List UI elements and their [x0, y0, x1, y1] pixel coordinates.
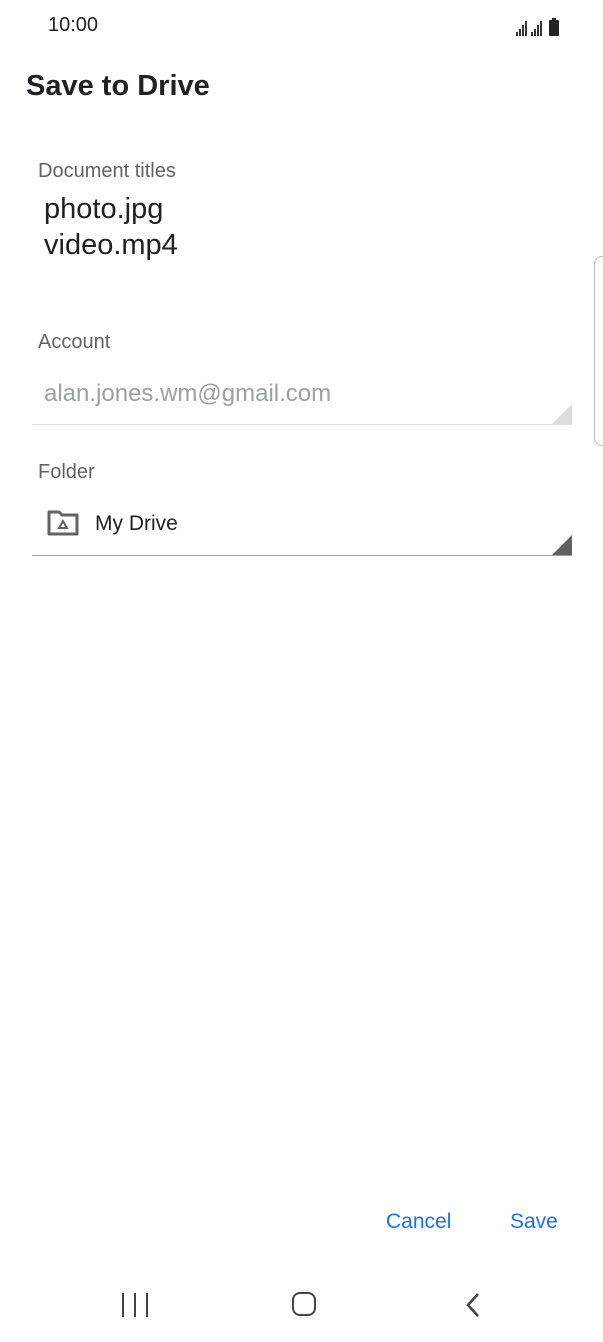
signal-icon: [531, 20, 542, 36]
drive-folder-icon: [47, 510, 79, 536]
folder-label: Folder: [38, 461, 95, 483]
signal-icon: [516, 20, 527, 36]
document-title-item[interactable]: video.mp4: [44, 229, 178, 262]
folder-dropdown-value[interactable]: My Drive: [95, 512, 178, 536]
back-icon[interactable]: [462, 1290, 484, 1320]
document-titles-label: Document titles: [38, 160, 176, 182]
recent-apps-icon[interactable]: [122, 1293, 148, 1317]
save-button[interactable]: Save: [510, 1210, 558, 1234]
edge-panel-handle[interactable]: [594, 256, 603, 446]
cancel-button[interactable]: Cancel: [386, 1210, 451, 1234]
account-label: Account: [38, 331, 111, 353]
home-icon[interactable]: [292, 1292, 316, 1316]
status-icons: [516, 16, 559, 36]
account-dropdown-value[interactable]: alan.jones.wm@gmail.com: [44, 380, 331, 408]
dropdown-triangle-icon[interactable]: [552, 404, 572, 424]
page-title: Save to Drive: [26, 70, 210, 102]
battery-icon: [549, 18, 559, 36]
dropdown-triangle-icon[interactable]: [552, 535, 572, 555]
account-underline: [32, 424, 572, 425]
document-title-item[interactable]: photo.jpg: [44, 193, 163, 226]
status-time: 10:00: [48, 14, 99, 36]
folder-underline: [32, 555, 572, 556]
